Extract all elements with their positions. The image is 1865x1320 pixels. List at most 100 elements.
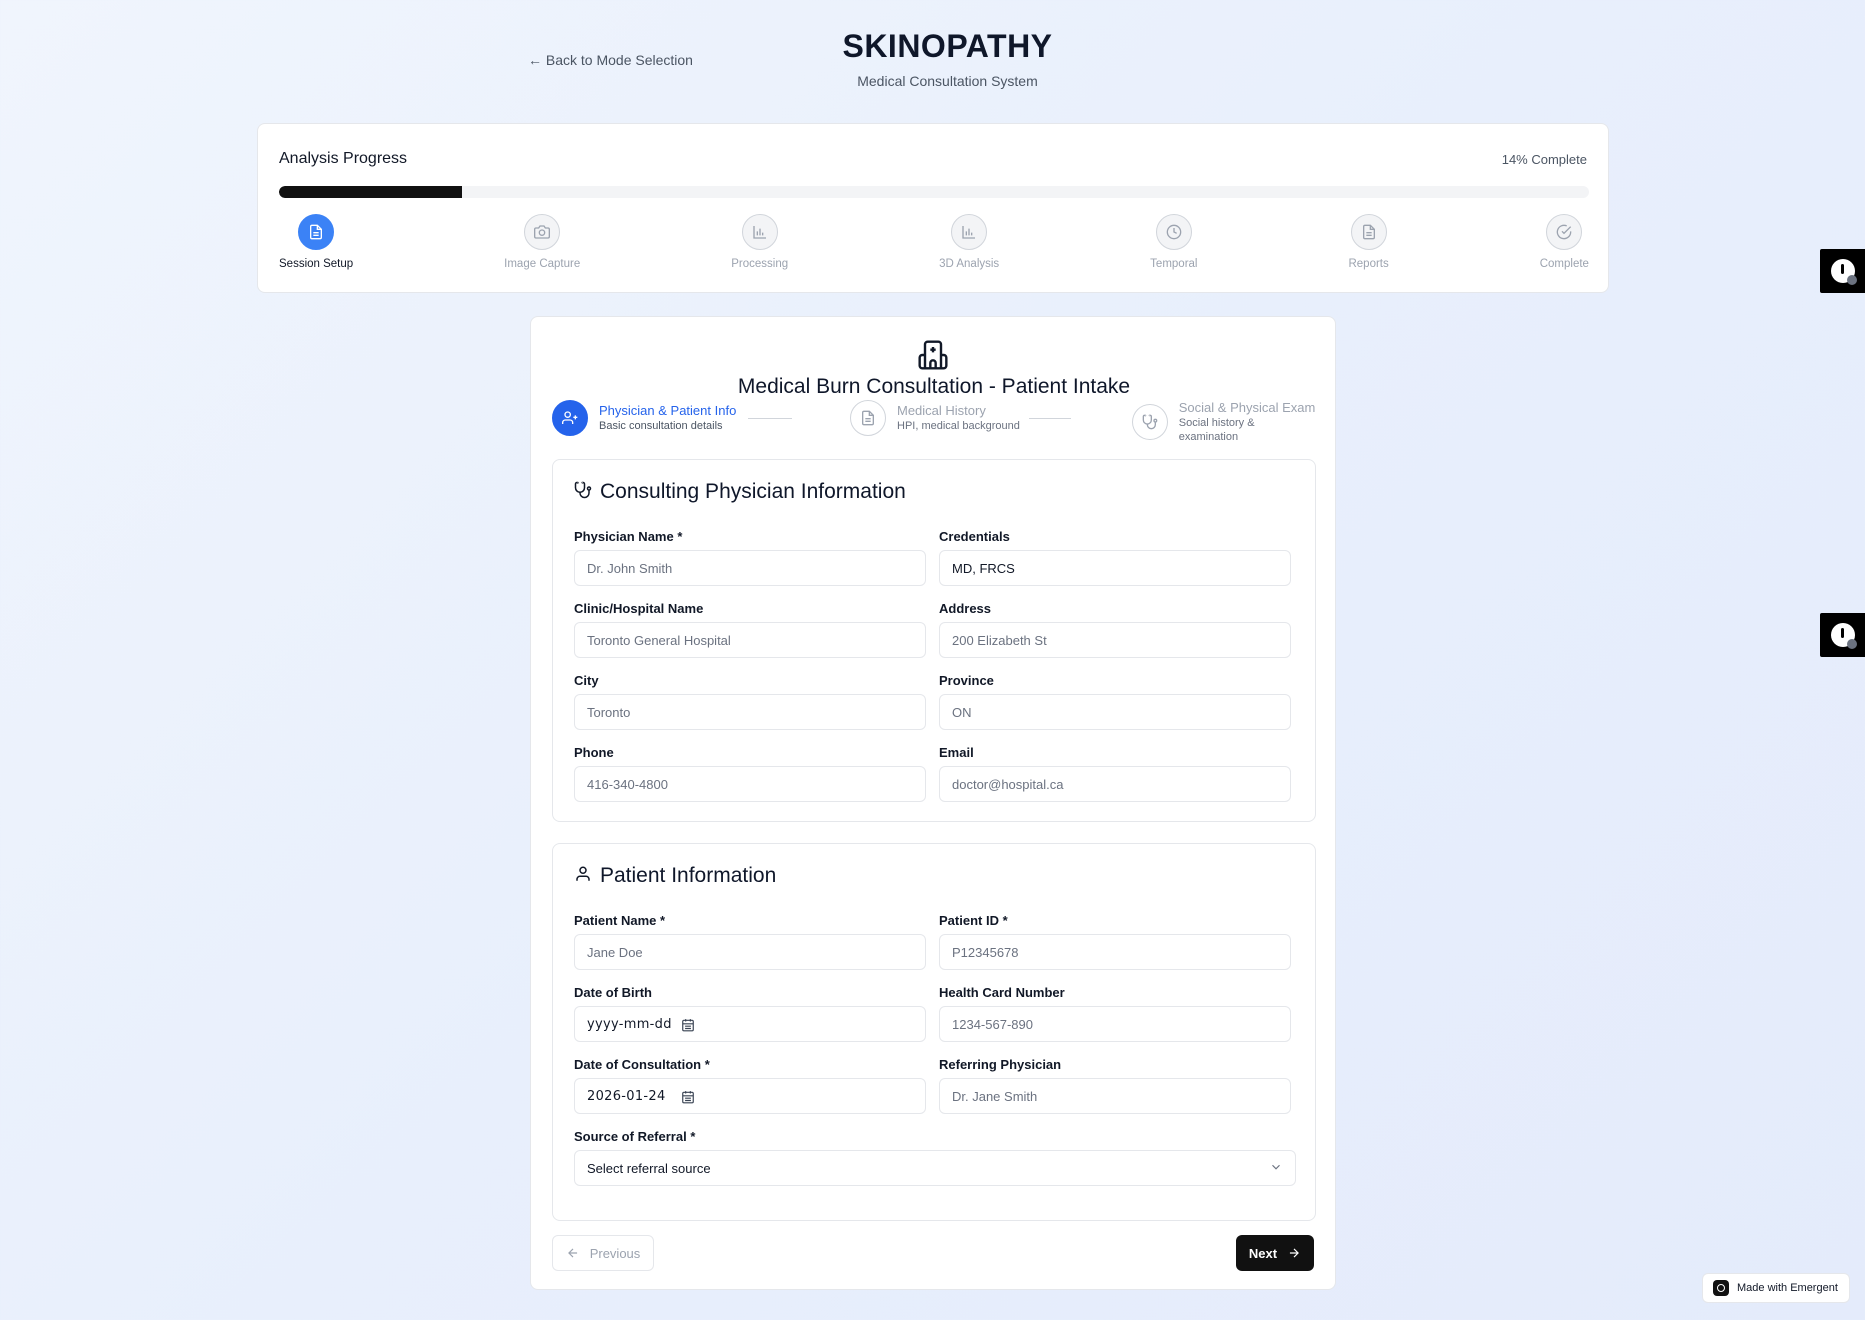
brand: SKINOPATHY Medical Consultation System [0,28,1865,89]
health-card-field: Health Card Number [939,985,1291,1042]
arrow-right-icon [1290,1248,1300,1258]
calendar-icon[interactable] [681,1018,695,1032]
date-of-birth-field: Date of Birth yyyy-mm-dd [574,985,926,1042]
referring-physician-input[interactable] [939,1078,1291,1114]
email-field: Email [939,745,1291,802]
field-label: Referring Physician [939,1057,1062,1072]
feedback-widget-tab[interactable] [1820,613,1865,657]
field-label: Phone [574,745,614,760]
clinic-field: Clinic/Hospital Name [574,601,926,658]
consultation-date-field: Date of Consultation * 2026-01-24 [574,1057,926,1114]
patient-name-input[interactable] [574,934,926,970]
date-value: 2026-01-24 [587,1088,666,1104]
feedback-widget-tab[interactable] [1820,249,1865,293]
progress-percent-label: 14% Complete [1501,152,1587,167]
arrow-left-icon [567,1248,577,1258]
credentials-field: Credentials [939,529,1291,586]
field-label: Clinic/Hospital Name [574,601,704,616]
emergent-logo-icon [1713,1280,1729,1296]
document-icon [1350,214,1387,250]
referral-source-field: Source of Referral * Select referral sou… [574,1129,1296,1186]
consulting-physician-section: Consulting Physician Information Physici… [552,459,1316,822]
date-value: yyyy-mm-dd [587,1016,672,1032]
section-header: Consulting Physician Information [574,480,906,504]
form-title: Medical Burn Consultation - Patient Inta… [737,375,1131,398]
patient-name-field: Patient Name * [574,913,926,970]
city-input[interactable] [574,694,926,730]
app-header: ← Back to Mode Selection SKINOPATHY Medi… [0,0,1865,120]
user-plus-icon [552,400,588,436]
field-label: Patient ID * [939,913,1008,928]
form-substeps: Physician & Patient Info Basic consultat… [552,400,1316,443]
next-button[interactable]: Next [1236,1235,1314,1271]
field-label: Date of Birth [574,985,652,1000]
progress-bar-fill [279,186,463,198]
substep-subtitle: Social history & examination [1178,417,1255,443]
patient-id-input[interactable] [939,934,1291,970]
physician-name-input[interactable] [574,550,926,586]
progress-step-image-capture[interactable]: Image Capture [504,214,580,274]
stethoscope-icon [1132,404,1168,440]
progress-step-label: Complete [1539,258,1589,270]
user-icon [574,865,592,888]
brand-subtitle: Medical Consultation System [857,73,1038,89]
previous-button-label: Previous [589,1245,641,1261]
progress-step-temporal[interactable]: Temporal [1150,214,1197,274]
substep-connector [748,418,792,419]
field-label: Date of Consultation * [574,1057,710,1072]
province-input[interactable] [939,694,1291,730]
progress-step-processing[interactable]: Processing [731,214,788,274]
field-label: Credentials [939,529,1010,544]
progress-step-label: Temporal [1150,258,1198,270]
health-card-input[interactable] [939,1006,1291,1042]
made-with-emergent-badge[interactable]: Made with Emergent [1702,1273,1850,1303]
email-input[interactable] [939,766,1291,802]
substep-title: Medical History [897,403,986,418]
city-field: City [574,673,926,730]
progress-title: Analysis Progress [279,150,408,167]
patient-information-section: Patient Information Patient Name * Patie… [552,843,1316,1221]
patient-id-field: Patient ID * [939,913,1291,970]
address-input[interactable] [939,622,1291,658]
progress-step-complete[interactable]: Complete [1540,214,1589,274]
document-icon [850,400,886,436]
province-field: Province [939,673,1291,730]
chat-alert-icon [1830,259,1857,285]
referral-source-select[interactable]: Select referral source [574,1150,1296,1186]
hospital-icon [917,339,949,371]
calendar-icon[interactable] [681,1090,695,1104]
progress-bar [279,186,1589,198]
next-button-label: Next [1248,1245,1278,1261]
document-icon [298,214,335,250]
field-label: Address [939,601,992,616]
progress-steps: Session Setup Image Capture Processing 3… [279,214,1589,274]
brand-title: SKINOPATHY [842,28,1053,64]
camera-icon [524,214,561,250]
progress-step-label: Session Setup [279,258,354,270]
stethoscope-icon [574,481,592,504]
substep-medical-history[interactable]: Medical History HPI, medical background [850,400,1020,436]
progress-step-reports[interactable]: Reports [1348,214,1389,274]
substep-social-physical-exam[interactable]: Social & Physical Exam Social history & … [1132,400,1316,444]
bar-chart-icon [741,214,778,250]
progress-step-label: 3D Analysis [939,258,1000,270]
credentials-input[interactable] [939,550,1291,586]
field-label: City [574,673,599,688]
field-label: Health Card Number [939,985,1065,1000]
progress-step-session-setup[interactable]: Session Setup [279,214,353,274]
analysis-progress-card: Analysis Progress 14% Complete Session S… [257,123,1609,293]
field-label: Physician Name * [574,529,683,544]
substep-title: Physician & Patient Info [599,403,737,418]
date-of-birth-input[interactable]: yyyy-mm-dd [574,1006,926,1042]
phone-input[interactable] [574,766,926,802]
clinic-input[interactable] [574,622,926,658]
progress-step-3d-analysis[interactable]: 3D Analysis [939,214,999,274]
field-label: Patient Name * [574,913,666,928]
section-header: Patient Information [574,864,776,888]
address-field: Address [939,601,1291,658]
section-title: Patient Information [600,864,777,887]
substep-physician-patient-info[interactable]: Physician & Patient Info Basic consultat… [552,400,736,436]
previous-button[interactable]: Previous [552,1235,654,1271]
physician-name-field: Physician Name * [574,529,926,586]
consultation-date-input[interactable]: 2026-01-24 [574,1078,926,1114]
